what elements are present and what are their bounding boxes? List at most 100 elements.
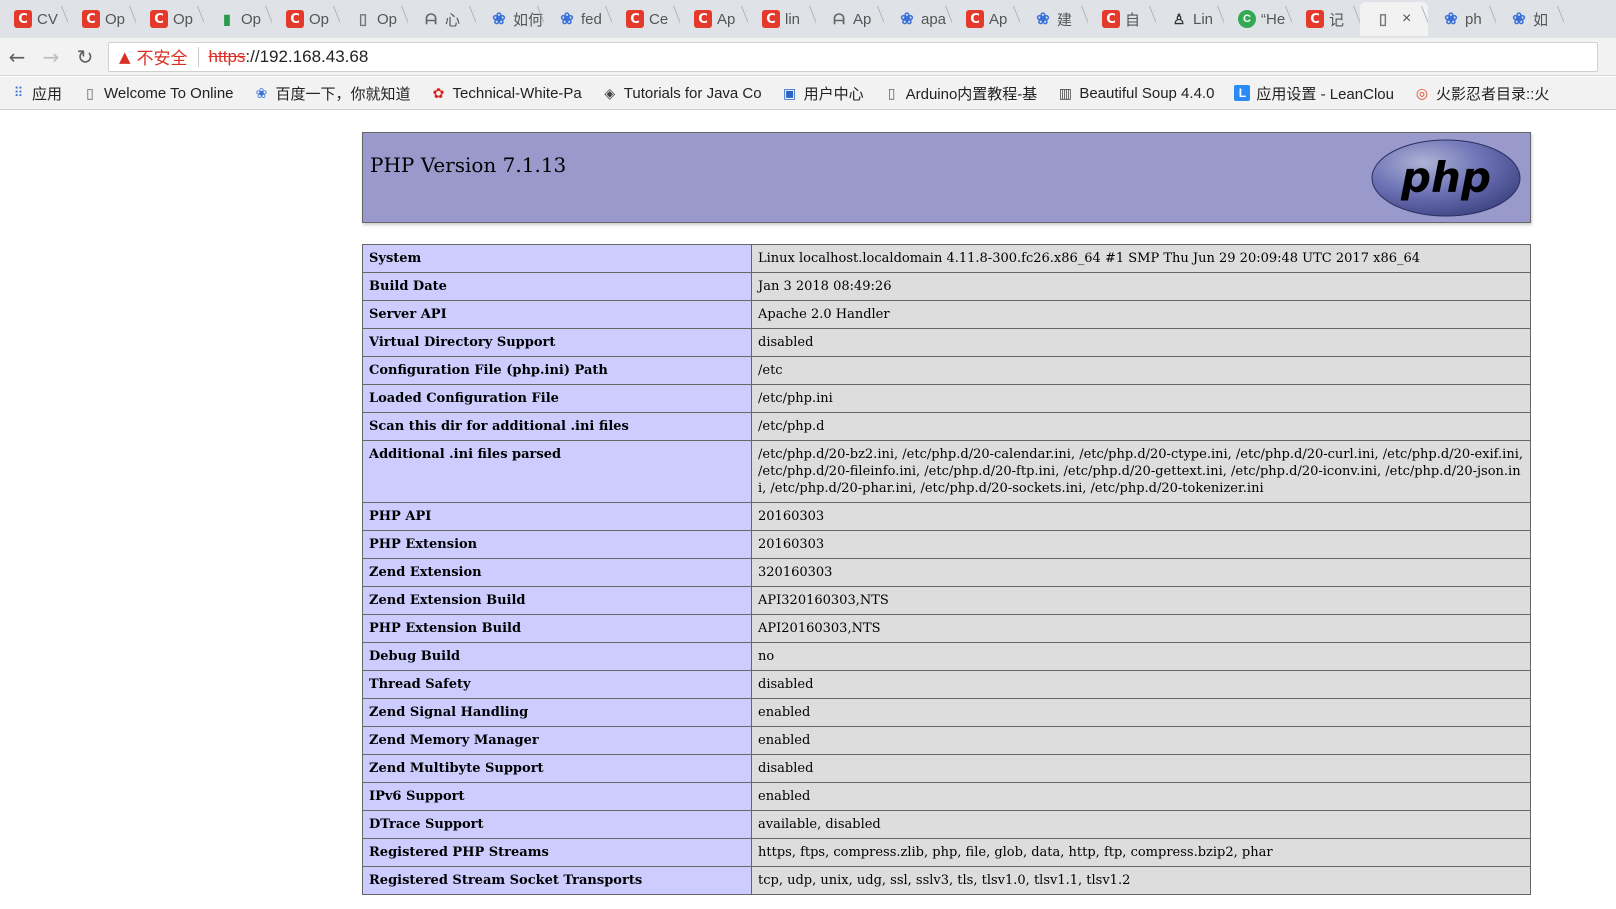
- info-key: Virtual Directory Support: [362, 328, 752, 357]
- csdn-icon: [1306, 10, 1324, 28]
- info-value: disabled: [751, 754, 1531, 783]
- baidu-paw-icon: ❀: [492, 11, 506, 28]
- tab[interactable]: ♙ Lin: [1156, 2, 1224, 36]
- tab[interactable]: Ap: [952, 2, 1020, 36]
- page-content: PHP Version 7.1.13 php System Linux local…: [0, 111, 1616, 909]
- tab[interactable]: Ce: [612, 2, 680, 36]
- bookmark-label: Arduino内置教程-基: [905, 85, 1038, 103]
- document-icon: ▯: [887, 84, 896, 101]
- info-key: PHP Extension: [362, 530, 752, 559]
- info-value: 320160303: [751, 558, 1531, 587]
- document-icon: ▯: [86, 84, 94, 101]
- tab[interactable]: CV: [0, 2, 68, 36]
- bookmark-item[interactable]: L 应用设置 - LeanClou: [1234, 83, 1394, 104]
- warning-icon[interactable]: ▲: [119, 48, 131, 66]
- tab-close-icon[interactable]: ×: [1402, 10, 1411, 28]
- tab[interactable]: 记: [1292, 2, 1360, 36]
- tab-label: Op: [241, 10, 262, 28]
- tab[interactable]: ❀ 如何: [476, 2, 544, 36]
- csdn-icon: [694, 10, 712, 28]
- table-row: Registered PHP Streams https, ftps, compr…: [362, 838, 1531, 867]
- bookmark-item[interactable]: ❀ 百度一下，你就知道: [254, 83, 411, 104]
- address-bar[interactable]: ▲ 不安全 https ://192.168.43.68: [108, 41, 1598, 72]
- table-row: DTrace Support available, disabled: [362, 810, 1531, 839]
- info-value: /etc/php.d: [751, 412, 1531, 441]
- info-value: https, ftps, compress.zlib, php, file, g…: [751, 838, 1531, 867]
- baidu-paw-icon: ❀: [900, 11, 914, 28]
- bookmark-item[interactable]: ✿ Technical-White-Pa: [431, 85, 582, 102]
- bookmark-item[interactable]: ◎ 火影忍者目录::火: [1414, 83, 1549, 104]
- php-logo[interactable]: php: [1370, 138, 1522, 218]
- csdn-icon: [286, 10, 304, 28]
- info-key: Registered Stream Socket Transports: [362, 866, 752, 895]
- bookmark-item[interactable]: ▣ 用户中心: [782, 83, 864, 104]
- url-scheme: https: [208, 46, 246, 66]
- tux-icon: ♙: [1172, 10, 1186, 27]
- info-value: 20160303: [751, 502, 1531, 531]
- info-key: Zend Extension Build: [362, 586, 752, 615]
- tab[interactable]: ▯ Op: [340, 2, 408, 36]
- tab[interactable]: ▮ Op: [204, 2, 272, 36]
- bookmark-item[interactable]: ▥ Beautiful Soup 4.4.0: [1057, 84, 1215, 102]
- bookmark-item[interactable]: ▯ Arduino内置教程-基: [884, 83, 1038, 104]
- bookmark-item[interactable]: ▯ Welcome To Online: [82, 84, 234, 102]
- table-row: Configuration File (php.ini) Path/etc: [362, 356, 1531, 385]
- baidu-paw-icon: ❀: [1036, 11, 1050, 28]
- tab[interactable]: C “He: [1224, 2, 1292, 36]
- back-button[interactable]: ←: [0, 40, 34, 74]
- tab[interactable]: ❀ fed: [544, 2, 612, 36]
- browser-toolbar: ← → ↻ ▲ 不安全 https ://192.168.43.68: [0, 38, 1616, 76]
- tab-label: Op: [309, 10, 330, 28]
- tab[interactable]: ᗩ Ap: [816, 2, 884, 36]
- csdn-icon: [14, 10, 32, 28]
- tab[interactable]: Op: [68, 2, 136, 36]
- bookmark-item[interactable]: ⠿ 应用: [10, 83, 62, 104]
- table-row: Additional .ini files parsed/etc/php.d/2…: [362, 440, 1531, 503]
- tab[interactable]: 自: [1088, 2, 1156, 36]
- info-key: Registered PHP Streams: [362, 838, 752, 867]
- info-key: Zend Signal Handling: [362, 698, 752, 727]
- forward-button[interactable]: →: [34, 40, 68, 74]
- info-value: disabled: [751, 328, 1531, 357]
- info-key: Scan this dir for additional .ini files: [362, 412, 752, 441]
- tab-active[interactable]: ▯ ×: [1360, 2, 1428, 36]
- insecure-label[interactable]: 不安全: [137, 44, 188, 69]
- info-value: enabled: [751, 698, 1531, 727]
- tab[interactable]: ❀ ph: [1428, 2, 1496, 36]
- tab-label: 建: [1057, 11, 1073, 29]
- reload-button[interactable]: ↻: [68, 40, 102, 74]
- table-row: PHP API 20160303: [362, 502, 1531, 531]
- table-row: System Linux localhost.localdomain 4.11.8…: [362, 244, 1531, 273]
- tab-label: 如何: [513, 11, 544, 29]
- table-row: Zend Extension 320160303: [362, 558, 1531, 587]
- bars-icon: ▮: [223, 10, 231, 27]
- tab[interactable]: Op: [272, 2, 340, 36]
- bookmark-label: 用户中心: [803, 85, 864, 103]
- bookmark-item[interactable]: ◈ Tutorials for Java Co: [602, 84, 762, 102]
- tab-label: apa: [921, 10, 947, 28]
- bookmark-label: Tutorials for Java Co: [623, 84, 762, 102]
- tab[interactable]: Op: [136, 2, 204, 36]
- bookmark-label: 应用设置 - LeanClou: [1256, 85, 1394, 103]
- huawei-icon: ✿: [432, 84, 445, 101]
- info-key: Configuration File (php.ini) Path: [362, 356, 752, 385]
- tab[interactable]: ❀ 如: [1496, 2, 1564, 36]
- apps-grid-icon: ⠿: [13, 85, 24, 100]
- baidu-paw-icon: ❀: [560, 11, 574, 28]
- tab[interactable]: ᗩ心: [408, 2, 476, 36]
- address-divider: [197, 46, 199, 67]
- table-row: IPv6 Support enabled: [362, 782, 1531, 811]
- tab[interactable]: ❀ apa: [884, 2, 952, 36]
- info-key: System: [362, 244, 752, 273]
- csdn-icon: [626, 10, 644, 28]
- tab[interactable]: ❀ 建: [1020, 2, 1088, 36]
- tab[interactable]: Ap: [680, 2, 748, 36]
- tab-label: Op: [173, 10, 194, 28]
- tab-label: CV: [37, 10, 58, 28]
- info-key: Zend Multibyte Support: [362, 754, 752, 783]
- tab-label: 如: [1533, 11, 1549, 29]
- bookmark-label: Beautiful Soup 4.4.0: [1079, 84, 1215, 102]
- bookmark-label: Welcome To Online: [104, 84, 234, 102]
- tab[interactable]: lin: [748, 2, 816, 36]
- csdn-icon: [82, 10, 100, 28]
